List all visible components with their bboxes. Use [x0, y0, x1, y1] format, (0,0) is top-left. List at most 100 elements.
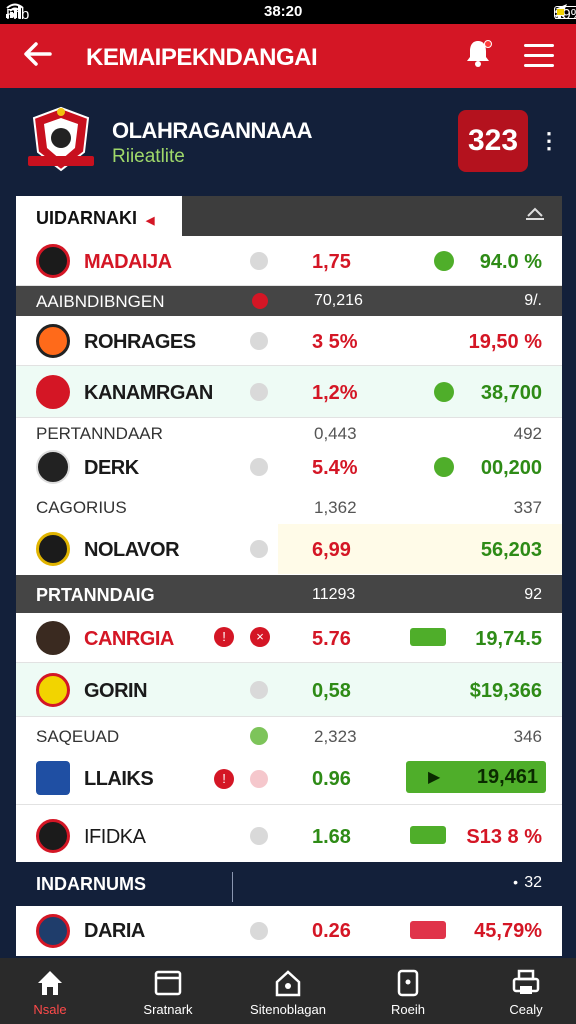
- nav-results[interactable]: Roeih: [358, 958, 458, 1024]
- player-avatar: [36, 621, 70, 655]
- more-options-button[interactable]: ⋮: [538, 128, 560, 154]
- row-percent: S13 8 %: [466, 826, 542, 848]
- team-name: OLAHRAGANNAAA: [112, 118, 313, 143]
- row-percent: 56,203: [480, 539, 542, 561]
- back-arrow-icon: [24, 42, 52, 66]
- notification-button[interactable]: [460, 38, 496, 74]
- table-row[interactable]: DARIA 0.26 45,79%: [16, 906, 562, 956]
- check-icon: [250, 727, 268, 745]
- player-avatar: [36, 375, 70, 409]
- nav-label: Sitenoblagan: [250, 1002, 326, 1017]
- tab-active[interactable]: UIDARNAKI ◀: [16, 196, 182, 236]
- row-name: DERK: [84, 457, 139, 479]
- subheader-row: AAIBNDIBNGEN 70,216 9/.: [16, 286, 562, 316]
- trend-bar: [410, 921, 446, 939]
- row-name: LLAIKS: [84, 768, 154, 790]
- info-icon[interactable]: [250, 383, 268, 401]
- table-row[interactable]: IFIDKA 1.68 S13 8 %: [16, 809, 562, 861]
- row-name: NOLAVOR: [84, 539, 180, 561]
- warning-icon[interactable]: !: [214, 769, 234, 789]
- row-value: 3 5%: [312, 331, 358, 353]
- status-dot: [434, 457, 454, 477]
- section-header: INDARNUMS • 32: [16, 862, 562, 904]
- info-icon[interactable]: [250, 770, 268, 788]
- table-row[interactable]: LLAIKS ! 0.96 ▶ 19,461: [16, 753, 562, 805]
- sub-value: 0,443: [314, 424, 357, 443]
- alert-dot: [252, 293, 268, 309]
- info-icon[interactable]: [250, 332, 268, 350]
- row-value: 1,2%: [312, 382, 358, 404]
- section-header: PRTANNDAIG 11293 92: [16, 575, 562, 613]
- battery-icon: [554, 6, 576, 19]
- divider: [232, 872, 233, 902]
- stats-panel-1: MADAIJA 1,75 94.0 %: [16, 236, 562, 286]
- chevron-icon: •: [513, 874, 518, 890]
- info-icon[interactable]: [250, 827, 268, 845]
- nav-standings[interactable]: Sratnark: [118, 958, 218, 1024]
- player-avatar: [36, 532, 70, 566]
- table-row[interactable]: GORIN 0,58 $19,366: [16, 663, 562, 717]
- sub-value: 1,362: [314, 498, 357, 517]
- row-percent: 94.0 %: [479, 251, 542, 273]
- section-extra: 32: [524, 874, 542, 891]
- row-value: 0.26: [312, 920, 351, 942]
- nav-label: Cealy: [509, 1002, 543, 1017]
- trend-bar: [410, 628, 446, 646]
- clock: 38:20: [264, 3, 303, 20]
- nav-label: Nsale: [33, 1002, 67, 1017]
- warning-icon[interactable]: !: [214, 627, 234, 647]
- player-avatar: [36, 761, 70, 795]
- table-row[interactable]: CANRGIA ! × 5.76 19,74.5: [16, 613, 562, 663]
- table-row[interactable]: MADAIJA 1,75 94.0 %: [16, 236, 562, 286]
- printer-icon: [512, 969, 540, 994]
- sub-extra: 346: [513, 727, 542, 746]
- table-row[interactable]: DERK 5.4% 00,200: [16, 446, 562, 488]
- nav-stadium[interactable]: Sitenoblagan: [232, 958, 344, 1024]
- bottom-nav: Nsale Sratnark Sitenoblagan Roeih Cealy: [0, 958, 576, 1024]
- row-name: DARIA: [84, 920, 145, 942]
- player-avatar: [36, 450, 70, 484]
- page-title: KEMAIPEKNDANGAI: [86, 44, 318, 71]
- section-title: PRTANNDAIG: [36, 585, 155, 605]
- nav-copy[interactable]: Cealy: [476, 958, 576, 1024]
- row-percent: 19,74.5: [475, 628, 542, 650]
- sub-label: SAQEUAD: [36, 727, 120, 746]
- table-row[interactable]: ROHRAGES 3 5% 19,50 %: [16, 316, 562, 366]
- stats-panel-4: DARIA 0.26 45,79%: [16, 906, 562, 956]
- score-badge: 323: [458, 110, 528, 172]
- player-avatar: [36, 673, 70, 707]
- sub-extra: 337: [513, 498, 542, 517]
- back-button[interactable]: [20, 36, 60, 76]
- info-icon[interactable]: [250, 681, 268, 699]
- nav-home[interactable]: Nsale: [0, 958, 100, 1024]
- menu-button[interactable]: [524, 44, 554, 68]
- sub-value: 2,323: [314, 727, 357, 746]
- row-percent: 00,200: [480, 457, 542, 479]
- info-icon[interactable]: [250, 458, 268, 476]
- row-percent: $19,366: [469, 680, 542, 702]
- hamburger-icon: [524, 44, 554, 47]
- team-subtitle: Riieatlite: [112, 146, 185, 167]
- info-icon[interactable]: [250, 540, 268, 558]
- info-icon[interactable]: [250, 252, 268, 270]
- sub-row: CAGORIUS 1,362 337: [16, 494, 562, 520]
- chevron-down-icon: ◀: [146, 215, 155, 227]
- remove-icon[interactable]: ×: [250, 627, 270, 647]
- player-avatar: [36, 324, 70, 358]
- sub-row: PERTANNDAAR 0,443 492: [16, 420, 562, 446]
- info-icon[interactable]: [250, 922, 268, 940]
- row-value: 0.96: [312, 768, 351, 790]
- player-avatar: [36, 819, 70, 853]
- nav-label: Sratnark: [143, 1002, 193, 1017]
- table-row[interactable]: NOLAVOR 6,99 56,203: [16, 524, 562, 574]
- sub-label: PERTANNDAAR: [36, 424, 163, 443]
- row-percent: 45,79%: [474, 920, 542, 942]
- trend-bar: [410, 826, 446, 844]
- subheader-extra: 9/.: [524, 292, 542, 309]
- sort-button[interactable]: [524, 206, 546, 226]
- table-row[interactable]: KANAMRGAN 1,2% 38,700: [16, 366, 562, 418]
- device-icon: [397, 969, 419, 997]
- section-title: INDARNUMS: [36, 874, 146, 894]
- status-dot: [434, 382, 454, 402]
- row-value: 1.68: [312, 826, 351, 848]
